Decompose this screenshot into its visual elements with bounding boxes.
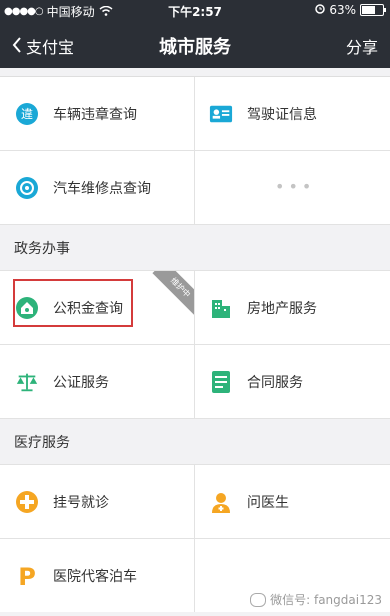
services-content: 違 车辆违章查询 驾驶证信息 汽车维修点查询 ••• 政务办事 公积金查询 维护… <box>0 68 390 612</box>
service-ask-doctor[interactable]: 问医生 <box>195 465 390 538</box>
service-label: 公证服务 <box>53 374 109 391</box>
ribbon-label: 维护中 <box>152 271 194 316</box>
medical-services: 挂号就诊 问医生 P 医院代客泊车 <box>0 465 390 612</box>
service-label: 挂号就诊 <box>53 494 109 511</box>
service-label: 驾驶证信息 <box>247 106 317 123</box>
service-label: 汽车维修点查询 <box>53 180 151 197</box>
watermark: 微信号: fangdai123 <box>250 591 382 608</box>
service-housing-fund[interactable]: 公积金查询 维护中 <box>0 271 195 344</box>
battery-icon <box>360 4 386 16</box>
wechat-icon <box>250 592 267 607</box>
service-label: 公积金查询 <box>53 300 123 317</box>
service-car-repair[interactable]: 汽车维修点查询 <box>0 151 195 224</box>
medical-cross-icon <box>15 490 39 514</box>
scale-icon <box>15 370 39 394</box>
violation-icon: 違 <box>15 102 39 126</box>
service-hospital-parking[interactable]: P 医院代客泊车 <box>0 539 195 612</box>
housing-fund-icon <box>15 296 39 320</box>
service-label: 医院代客泊车 <box>53 568 137 585</box>
parking-icon: P <box>15 564 39 588</box>
repair-icon <box>15 176 39 200</box>
section-title-gov: 政务办事 <box>0 225 390 271</box>
battery-percent: 63% <box>329 3 356 17</box>
more-dots-icon: ••• <box>275 177 316 196</box>
svg-text:P: P <box>18 564 36 588</box>
building-icon <box>209 296 233 320</box>
nav-bar: 支付宝 城市服务 分享 <box>0 20 390 68</box>
service-registration[interactable]: 挂号就诊 <box>0 465 195 538</box>
contract-icon <box>209 370 233 394</box>
share-button[interactable]: 分享 <box>346 34 378 58</box>
gov-services: 公积金查询 维护中 房地产服务 公证服务 合同服务 <box>0 271 390 419</box>
service-label: 房地产服务 <box>247 300 317 317</box>
traffic-services: 違 车辆违章查询 驾驶证信息 汽车维修点查询 ••• <box>0 76 390 225</box>
service-label: 车辆违章查询 <box>53 106 137 123</box>
section-title-medical: 医疗服务 <box>0 419 390 465</box>
status-bar: ●●●●○ 中国移动 下午2:57 63% <box>0 0 390 20</box>
service-driver-license[interactable]: 驾驶证信息 <box>195 77 390 150</box>
service-notary[interactable]: 公证服务 <box>0 345 195 418</box>
alarm-icon <box>315 3 326 17</box>
service-real-estate[interactable]: 房地产服务 <box>195 271 390 344</box>
license-icon <box>209 102 233 126</box>
page-title: 城市服务 <box>159 37 231 58</box>
watermark-text: 微信号: fangdai123 <box>270 593 382 607</box>
service-contract[interactable]: 合同服务 <box>195 345 390 418</box>
service-vehicle-violation[interactable]: 違 车辆违章查询 <box>0 77 195 150</box>
service-label: 问医生 <box>247 494 289 511</box>
service-more[interactable]: ••• <box>195 151 390 224</box>
svg-text:違: 違 <box>21 107 33 121</box>
service-label: 合同服务 <box>247 374 303 391</box>
maintenance-ribbon: 维护中 <box>148 271 194 317</box>
doctor-icon <box>209 490 233 514</box>
